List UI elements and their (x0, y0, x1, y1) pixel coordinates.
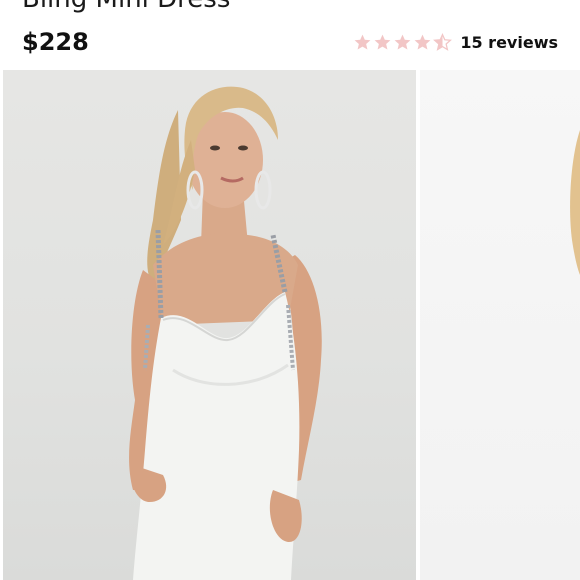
model-illustration (129, 86, 322, 580)
partial-model-illustration (570, 130, 580, 275)
star-rating (353, 32, 453, 52)
star-icon (374, 34, 391, 50)
model-front-photo[interactable] (3, 70, 416, 580)
model-side-photo[interactable] (420, 70, 580, 580)
star-icon (394, 34, 411, 50)
star-icon (354, 34, 371, 50)
reviews-link[interactable]: 15 reviews (460, 33, 558, 52)
product-price: $228 (22, 28, 89, 56)
product-gallery[interactable] (0, 70, 580, 580)
rating-summary[interactable]: 15 reviews (353, 30, 558, 54)
product-title: Bling Mini Dress (22, 0, 230, 12)
star-icon (414, 34, 431, 50)
half-star-icon (433, 32, 453, 51)
